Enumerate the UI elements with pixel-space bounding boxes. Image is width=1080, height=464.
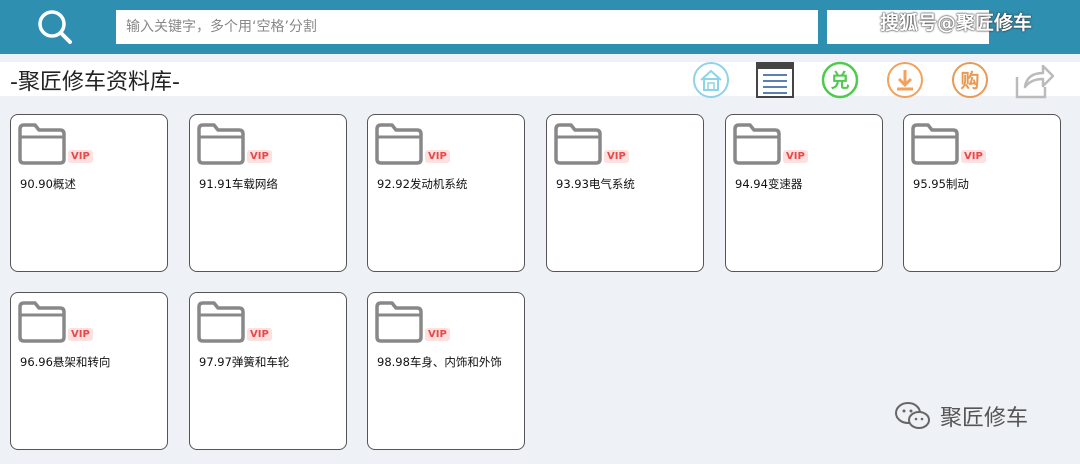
share-icon	[1015, 64, 1055, 99]
buy-char: 购	[960, 69, 979, 92]
folder-card[interactable]: VIP 94.94变速器	[725, 114, 883, 272]
folder-icon	[911, 123, 959, 165]
vip-badge: VIP	[68, 150, 93, 163]
search-icon	[38, 10, 72, 44]
folder-card[interactable]: VIP 97.97弹簧和车轮	[189, 292, 347, 450]
search-input[interactable]	[116, 10, 818, 44]
top-bar: 搜狐号@聚匠修车	[0, 0, 1080, 54]
download-icon	[887, 62, 923, 98]
redeem-icon: 兑	[821, 61, 859, 99]
wechat-icon	[895, 402, 930, 429]
redeem-char: 兑	[830, 69, 849, 92]
download-button[interactable]	[886, 61, 924, 99]
folder-icon	[197, 123, 245, 165]
folder-icon	[733, 123, 781, 165]
buy-button[interactable]: 购	[951, 61, 989, 99]
folder-label: 92.92发动机系统	[377, 177, 468, 191]
buy-icon: 购	[952, 62, 988, 98]
page-title: -聚匠修车资料库-	[10, 70, 180, 95]
folder-label: 96.96悬架和转向	[20, 355, 111, 369]
folder-icon	[375, 301, 423, 343]
folder-label: 97.97弹簧和车轮	[199, 355, 290, 369]
vip-badge: VIP	[247, 328, 272, 341]
vip-badge: VIP	[425, 150, 450, 163]
folder-label: 91.91车载网络	[199, 177, 278, 191]
vip-badge: VIP	[961, 150, 986, 163]
home-button[interactable]	[692, 61, 730, 99]
folder-label: 98.98车身、内饰和外饰	[377, 355, 502, 369]
folder-icon	[197, 301, 245, 343]
list-icon	[756, 62, 794, 98]
share-button[interactable]	[1015, 61, 1055, 99]
folder-label: 93.93电气系统	[556, 177, 635, 191]
folder-card[interactable]: VIP 93.93电气系统	[546, 114, 704, 272]
folder-card[interactable]: VIP 95.95制动	[903, 114, 1061, 272]
folder-card[interactable]: VIP 92.92发动机系统	[367, 114, 525, 272]
list-button[interactable]	[756, 61, 794, 99]
home-icon	[693, 62, 729, 98]
redeem-button[interactable]: 兑	[821, 61, 859, 99]
folder-label: 90.90概述	[20, 177, 76, 191]
watermark-bottom-text: 聚匠修车	[940, 406, 1029, 431]
folder-card[interactable]: VIP 90.90概述	[10, 114, 168, 272]
vip-badge: VIP	[604, 150, 629, 163]
folder-label: 95.95制动	[913, 177, 969, 191]
wechat-watermark: 聚匠修车	[894, 400, 1028, 432]
folder-card[interactable]: VIP 96.96悬架和转向	[10, 292, 168, 450]
vip-badge: VIP	[68, 328, 93, 341]
folder-icon	[375, 123, 423, 165]
folder-card[interactable]: VIP 91.91车载网络	[189, 114, 347, 272]
vip-badge: VIP	[425, 328, 450, 341]
vip-badge: VIP	[247, 150, 272, 163]
folder-icon	[18, 301, 66, 343]
folder-card[interactable]: VIP 98.98车身、内饰和外饰	[367, 292, 525, 450]
folder-icon	[554, 123, 602, 165]
search-button[interactable]	[30, 6, 78, 48]
vip-badge: VIP	[783, 150, 808, 163]
folder-icon	[18, 123, 66, 165]
watermark-text: 搜狐号@聚匠修车	[880, 12, 1033, 34]
folder-label: 94.94变速器	[735, 177, 803, 191]
